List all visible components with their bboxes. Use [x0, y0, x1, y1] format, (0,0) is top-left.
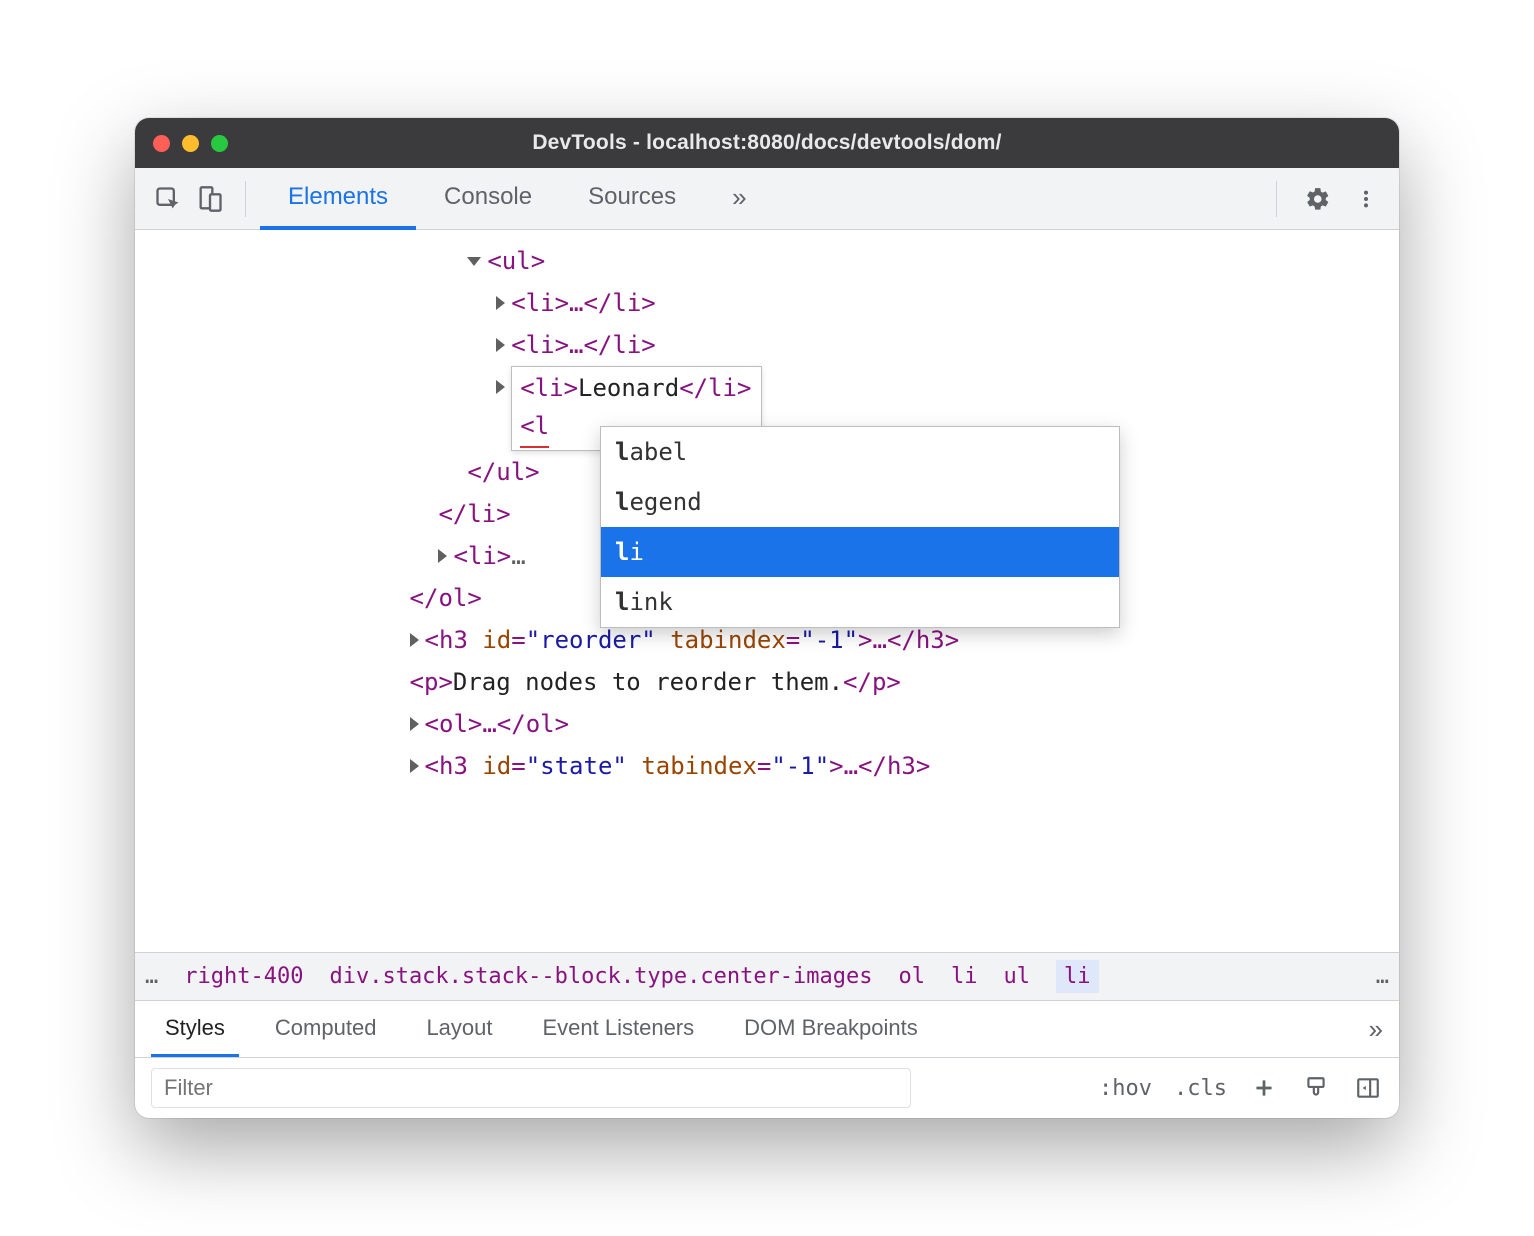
styles-tab-dom-breakpoints[interactable]: DOM Breakpoints [730, 1001, 932, 1057]
styles-tab-layout[interactable]: Layout [412, 1001, 506, 1057]
toolbar-separator [245, 181, 246, 217]
breadcrumb-item[interactable]: ul [1004, 964, 1031, 989]
tab-sources[interactable]: Sources [560, 168, 704, 230]
tabs-overflow-icon[interactable]: » [704, 168, 774, 230]
dom-node[interactable]: <ul> [487, 247, 545, 275]
tab-console[interactable]: Console [416, 168, 560, 230]
breadcrumb-item[interactable]: div.stack.stack--block.type.center-image… [329, 964, 872, 989]
styles-filter-bar: :hov .cls [135, 1058, 1399, 1118]
breadcrumb-overflow-right[interactable]: … [1376, 964, 1389, 989]
dom-node[interactable]: </ul> [467, 458, 539, 486]
dom-breadcrumb[interactable]: … right-400 div.stack.stack--block.type.… [135, 952, 1399, 1000]
breadcrumb-overflow-left[interactable]: … [145, 964, 158, 989]
dom-node[interactable]: <li>…</li> [511, 331, 656, 359]
disclosure-triangle-icon[interactable] [438, 549, 447, 563]
dom-node[interactable]: <ol>…</ol> [425, 710, 570, 738]
disclosure-triangle-icon[interactable] [496, 380, 505, 394]
device-toolbar-icon[interactable] [189, 178, 231, 220]
kebab-menu-icon[interactable] [1345, 178, 1387, 220]
autocomplete-item[interactable]: link [601, 577, 1119, 627]
dom-node[interactable]: </li> [438, 500, 510, 528]
styles-tab-computed[interactable]: Computed [261, 1001, 391, 1057]
disclosure-triangle-icon[interactable] [496, 338, 505, 352]
panel-tabs: Elements Console Sources » [260, 168, 775, 229]
styles-tabs: Styles Computed Layout Event Listeners D… [135, 1000, 1399, 1058]
autocomplete-popup[interactable]: label legend li link [600, 426, 1120, 628]
disclosure-triangle-icon[interactable] [410, 759, 419, 773]
titlebar: DevTools - localhost:8080/docs/devtools/… [135, 118, 1399, 168]
close-window-button[interactable] [153, 135, 170, 152]
disclosure-triangle-icon[interactable] [410, 633, 419, 647]
traffic-lights [153, 135, 228, 152]
cls-toggle[interactable]: .cls [1174, 1076, 1227, 1101]
disclosure-triangle-icon[interactable] [410, 717, 419, 731]
styles-tab-styles[interactable]: Styles [151, 1001, 239, 1057]
autocomplete-item[interactable]: li [601, 527, 1119, 577]
disclosure-triangle-icon[interactable] [467, 257, 481, 266]
disclosure-triangle-icon[interactable] [496, 296, 505, 310]
gear-icon[interactable] [1297, 178, 1339, 220]
dom-node[interactable]: <p>Drag nodes to reorder them.</p> [410, 668, 901, 696]
breadcrumb-item[interactable]: ol [899, 964, 926, 989]
breadcrumb-item[interactable]: right-400 [184, 964, 303, 989]
dom-node[interactable]: <li>…</li> [511, 289, 656, 317]
window-title: DevTools - localhost:8080/docs/devtools/… [135, 131, 1399, 155]
paint-brush-icon[interactable] [1301, 1073, 1331, 1103]
breadcrumb-item[interactable]: li [951, 964, 978, 989]
main-toolbar: Elements Console Sources » [135, 168, 1399, 230]
dom-node[interactable]: <h3 id="reorder" tabindex="-1">…</h3> [425, 626, 960, 654]
styles-tab-event-listeners[interactable]: Event Listeners [529, 1001, 709, 1057]
new-style-rule-icon[interactable] [1249, 1073, 1279, 1103]
tab-elements[interactable]: Elements [260, 168, 416, 230]
elements-tree[interactable]: <ul> <li>…</li> <li>…</li> <li>Leonard</… [135, 230, 1399, 952]
dom-node[interactable]: <h3 id="state" tabindex="-1">…</h3> [425, 752, 931, 780]
minimize-window-button[interactable] [182, 135, 199, 152]
hov-toggle[interactable]: :hov [1099, 1076, 1152, 1101]
devtools-window: DevTools - localhost:8080/docs/devtools/… [135, 118, 1399, 1118]
toolbar-separator [1276, 181, 1277, 217]
autocomplete-item[interactable]: legend [601, 477, 1119, 527]
inspect-element-icon[interactable] [147, 178, 189, 220]
maximize-window-button[interactable] [211, 135, 228, 152]
breadcrumb-item-selected[interactable]: li [1056, 960, 1099, 993]
toggle-sidebar-icon[interactable] [1353, 1073, 1383, 1103]
dom-node[interactable]: </ol> [410, 584, 482, 612]
dom-node[interactable]: <li> [453, 542, 511, 570]
styles-tabs-overflow-icon[interactable]: » [1369, 1014, 1383, 1045]
styles-filter-input[interactable] [151, 1068, 911, 1108]
autocomplete-item[interactable]: label [601, 427, 1119, 477]
